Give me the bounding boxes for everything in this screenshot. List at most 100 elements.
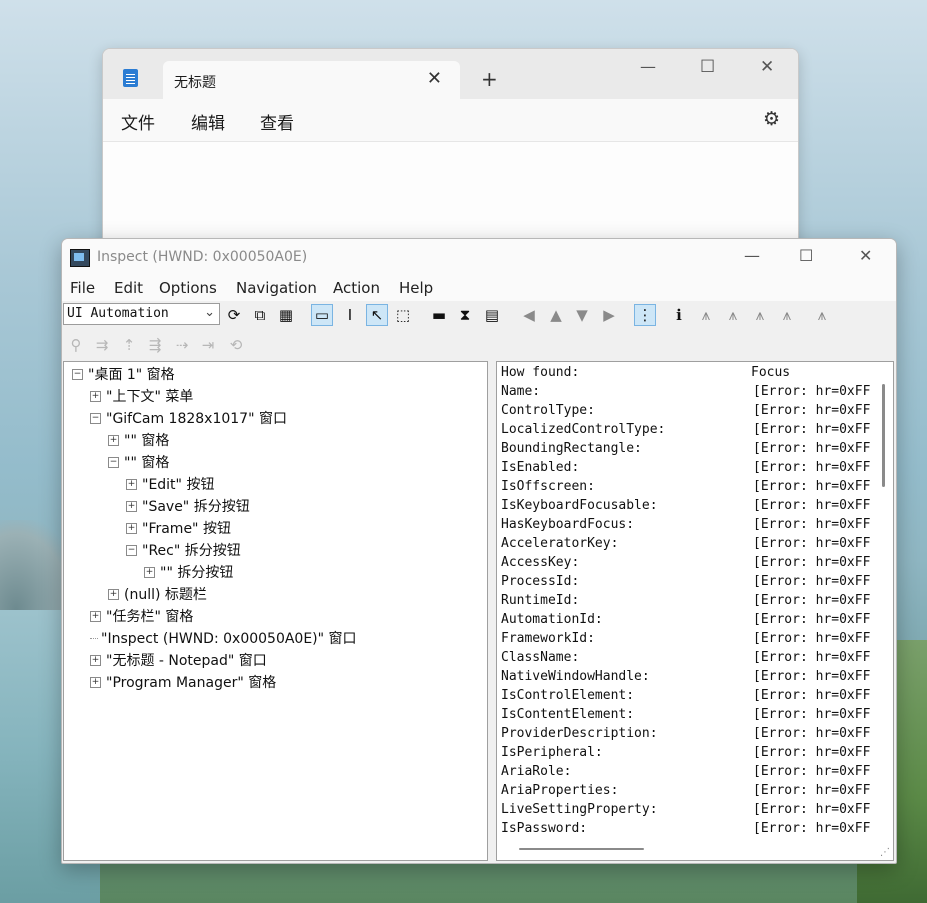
property-row[interactable]: Name: [Error: hr=0xFF <box>501 384 871 403</box>
minimize-icon[interactable]: — <box>640 57 656 76</box>
mode-select[interactable]: UI Automation ⌄ <box>63 303 220 325</box>
notepad-text-area[interactable] <box>103 141 798 249</box>
navigate-up-icon[interactable]: ▲ <box>545 304 567 326</box>
property-row[interactable]: IsControlElement: [Error: hr=0xFF <box>501 688 871 707</box>
property-row[interactable]: AcceleratorKey: [Error: hr=0xFF <box>501 536 871 555</box>
action-select-icon[interactable]: ⇢ <box>171 334 193 356</box>
collapse-icon[interactable]: − <box>72 368 83 380</box>
tree-item[interactable]: + "Edit" 按钮 <box>126 474 214 494</box>
resize-grip-icon[interactable]: ⋰ <box>880 847 890 858</box>
minimize-icon[interactable]: — <box>744 246 760 265</box>
refresh-icon[interactable]: ⟳ <box>223 304 245 326</box>
property-row[interactable]: ProviderDescription: [Error: hr=0xFF <box>501 726 871 745</box>
maximize-icon[interactable]: ☐ <box>799 246 813 265</box>
tree-item[interactable]: + "任务栏" 窗格 <box>90 606 193 626</box>
action-refresh-icon[interactable]: ⟲ <box>225 334 247 356</box>
expand-icon[interactable]: + <box>126 500 137 512</box>
expand-icon[interactable]: + <box>126 522 137 534</box>
navigate-left-icon[interactable]: ◀ <box>518 304 540 326</box>
tree-item[interactable]: + (null) 标题栏 <box>108 584 207 604</box>
property-row[interactable]: HasKeyboardFocus: [Error: hr=0xFF <box>501 517 871 536</box>
menu-edit[interactable]: Edit <box>114 279 143 297</box>
menu-view[interactable]: 查看 <box>260 109 294 134</box>
property-row[interactable]: How found: Focus <box>501 365 871 384</box>
maximize-icon[interactable]: ☐ <box>700 57 715 77</box>
settings-icon[interactable]: ⚙ <box>763 108 780 130</box>
watch-caret-icon[interactable]: I <box>339 304 361 326</box>
property-row[interactable]: AccessKey: [Error: hr=0xFF <box>501 555 871 574</box>
expand-icon[interactable]: + <box>126 478 137 490</box>
copy-icon[interactable]: ⧉ <box>249 304 271 326</box>
expand-icon[interactable]: + <box>90 390 101 402</box>
expand-icon[interactable]: + <box>108 588 119 600</box>
tree-item[interactable]: + "" 拆分按钮 <box>144 562 233 582</box>
property-row[interactable]: AutomationId: [Error: hr=0xFF <box>501 612 871 631</box>
property-row[interactable]: LiveSettingProperty: [Error: hr=0xFF <box>501 802 871 821</box>
tree-custom-icon[interactable]: ⩚ <box>776 304 798 326</box>
screenshot-icon[interactable]: ▤ <box>481 304 503 326</box>
property-row[interactable]: ProcessId: [Error: hr=0xFF <box>501 574 871 593</box>
info-icon[interactable]: ℹ <box>668 304 690 326</box>
property-row[interactable]: ClassName: [Error: hr=0xFF <box>501 650 871 669</box>
collapse-icon[interactable]: − <box>126 544 137 556</box>
menu-file[interactable]: File <box>70 279 95 297</box>
horizontal-scrollbar[interactable] <box>519 848 644 850</box>
property-row[interactable]: IsOffscreen: [Error: hr=0xFF <box>501 479 871 498</box>
properties-pane[interactable]: IsPassword: [Error: hr=0xFF LiveSettingPro… <box>496 361 894 861</box>
action-invoke-icon[interactable]: ⚲ <box>65 334 87 356</box>
tree-item[interactable]: − "GifCam 1828x1017" 窗口 <box>90 408 287 428</box>
properties-icon[interactable]: ▦ <box>275 304 297 326</box>
navigate-down-icon[interactable]: ▼ <box>571 304 593 326</box>
property-row[interactable]: ControlType: [Error: hr=0xFF <box>501 403 871 422</box>
expand-icon[interactable]: + <box>90 676 101 688</box>
property-row[interactable]: IsContentElement: [Error: hr=0xFF <box>501 707 871 726</box>
tree-view-icon[interactable]: ⋮ <box>634 304 656 326</box>
expand-icon[interactable]: + <box>108 434 119 446</box>
tree-control-icon[interactable]: ⩚ <box>722 304 744 326</box>
tree-item[interactable]: + "Program Manager" 窗格 <box>90 672 276 692</box>
expand-icon[interactable]: + <box>90 610 101 622</box>
highlight-rect-icon[interactable]: ▬ <box>428 304 450 326</box>
property-row[interactable]: AriaProperties: [Error: hr=0xFF <box>501 783 871 802</box>
menu-file[interactable]: 文件 <box>121 109 155 134</box>
property-row[interactable]: AriaRole: [Error: hr=0xFF <box>501 764 871 783</box>
watch-cursor-icon[interactable]: ↖ <box>366 304 388 326</box>
tree-item[interactable]: "Inspect (HWND: 0x00050A0E)" 窗口 <box>90 628 357 648</box>
property-row[interactable]: IsKeyboardFocusable: [Error: hr=0xFF <box>501 498 871 517</box>
menu-edit[interactable]: 编辑 <box>191 109 225 134</box>
property-row[interactable]: LocalizedControlType: [Error: hr=0xFF <box>501 422 871 441</box>
close-icon[interactable]: ✕ <box>859 246 872 265</box>
notepad-tab[interactable]: 无标题 ✕ <box>163 61 460 99</box>
tree-item[interactable]: + "无标题 - Notepad" 窗口 <box>90 650 267 670</box>
property-row[interactable]: FrameworkId: [Error: hr=0xFF <box>501 631 871 650</box>
watch-focus-icon[interactable]: ▭ <box>311 304 333 326</box>
property-row[interactable]: RuntimeId: [Error: hr=0xFF <box>501 593 871 612</box>
expand-icon[interactable]: + <box>90 654 101 666</box>
property-row[interactable]: NativeWindowHandle: [Error: hr=0xFF <box>501 669 871 688</box>
expand-icon[interactable]: + <box>144 566 155 578</box>
navigate-right-icon[interactable]: ▶ <box>598 304 620 326</box>
tree-item[interactable]: − "桌面 1" 窗格 <box>72 364 175 384</box>
tree-item[interactable]: − "" 窗格 <box>108 452 169 472</box>
notepad-titlebar[interactable]: 无标题 ✕ + — ☐ ✕ <box>103 49 798 99</box>
element-tree[interactable]: − "桌面 1" 窗格 + "上下文" 菜单 − "GifCam 1828x1017" 窗… <box>63 361 488 861</box>
menu-options[interactable]: Options <box>159 279 217 297</box>
menu-action[interactable]: Action <box>333 279 380 297</box>
hourglass-icon[interactable]: ⧗ <box>454 304 476 326</box>
menu-help[interactable]: Help <box>399 279 433 297</box>
menu-navigation[interactable]: Navigation <box>236 279 317 297</box>
tree-content-icon[interactable]: ⩚ <box>749 304 771 326</box>
tree-item[interactable]: + "" 窗格 <box>108 430 169 450</box>
tree-item[interactable]: − "Rec" 拆分按钮 <box>126 540 241 560</box>
action-collapse-icon[interactable]: ⇶ <box>144 334 166 356</box>
tree-options-icon[interactable]: ⩚ <box>811 304 833 326</box>
action-toggle-icon[interactable]: ⇉ <box>91 334 113 356</box>
close-icon[interactable]: ✕ <box>760 57 774 77</box>
collapse-icon[interactable]: − <box>90 412 101 424</box>
property-row[interactable]: IsEnabled: [Error: hr=0xFF <box>501 460 871 479</box>
tab-close-icon[interactable]: ✕ <box>427 68 442 89</box>
property-row[interactable]: IsPassword: [Error: hr=0xFF <box>501 821 871 840</box>
tree-item[interactable]: + "上下文" 菜单 <box>90 386 193 406</box>
property-row[interactable]: BoundingRectangle: [Error: hr=0xFF <box>501 441 871 460</box>
watch-tooltip-icon[interactable]: ⬚ <box>392 304 414 326</box>
